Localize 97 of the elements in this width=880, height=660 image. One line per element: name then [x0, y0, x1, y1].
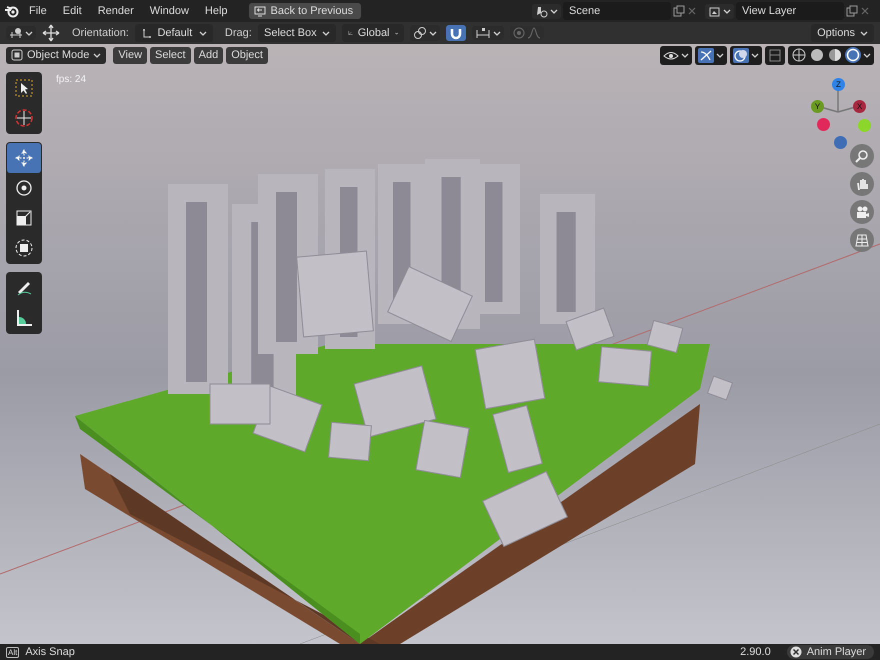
- caret-icon: [25, 30, 33, 36]
- rotate-icon: [14, 178, 34, 198]
- image-stack-icon: [708, 4, 721, 18]
- caret-icon: [723, 8, 731, 14]
- shading-mode-button[interactable]: [791, 47, 807, 63]
- viewport-menu-button[interactable]: View: [113, 46, 148, 64]
- object-mode-dropdown[interactable]: Object Mode: [6, 46, 106, 64]
- shading-mode-button[interactable]: [809, 47, 825, 63]
- axis-dot[interactable]: [834, 136, 847, 149]
- version-text: 2.90.0: [740, 646, 771, 658]
- caret-icon: [716, 52, 724, 58]
- caret-icon: [492, 30, 501, 36]
- menu-item[interactable]: Render: [90, 2, 141, 20]
- caret-icon: [550, 8, 558, 14]
- wireframe-shading-icon: [792, 48, 806, 62]
- pivot-dropdown[interactable]: [410, 25, 440, 41]
- crosshair-icon: [14, 108, 34, 128]
- snap-toggle[interactable]: [446, 25, 466, 41]
- viewport-menu-button[interactable]: Object: [226, 46, 268, 64]
- xray-toggle[interactable]: [765, 46, 785, 64]
- editor-type-dropdown[interactable]: [6, 26, 36, 40]
- close-circle-icon: [790, 646, 802, 658]
- caret-icon: [322, 30, 330, 36]
- visibility-dropdown[interactable]: [660, 46, 692, 64]
- copy-icon[interactable]: [846, 5, 858, 17]
- overlays-toggle-icon[interactable]: [733, 48, 749, 62]
- overlay-dropdown[interactable]: [730, 46, 762, 64]
- drag-dropdown[interactable]: Select Box: [258, 24, 336, 42]
- zoom-button[interactable]: [850, 144, 874, 168]
- camera-icon: [855, 205, 869, 219]
- scene-field[interactable]: Scene: [563, 2, 671, 20]
- back-to-previous-button[interactable]: Back to Previous: [248, 3, 362, 19]
- alt-key-icon: Alt: [6, 646, 20, 658]
- dot-circle-icon: [512, 27, 525, 39]
- axis-dot[interactable]: [817, 118, 830, 131]
- solid-shading-icon: [810, 48, 824, 62]
- move-arrows-icon[interactable]: [42, 24, 60, 42]
- scene-icon-dropdown[interactable]: [532, 4, 561, 18]
- axes-icon: [140, 28, 151, 38]
- options-dropdown[interactable]: Options: [811, 24, 874, 42]
- hand-button[interactable]: [850, 172, 874, 196]
- rendered-shading-icon: [846, 48, 860, 62]
- anim-player-button[interactable]: Anim Player: [786, 645, 874, 659]
- copy-icon[interactable]: [673, 5, 685, 17]
- camera-button[interactable]: [850, 200, 874, 224]
- close-icon[interactable]: [687, 6, 697, 16]
- link-icon: [412, 26, 427, 40]
- grid-button[interactable]: [850, 228, 874, 252]
- caret-icon: [681, 52, 689, 58]
- screen-icon: [254, 6, 266, 16]
- caret-icon: [863, 52, 871, 58]
- menu-item[interactable]: Edit: [56, 2, 89, 20]
- axis-label[interactable]: Z: [832, 78, 845, 91]
- scale-icon: [14, 208, 34, 228]
- transform-icon: [14, 238, 34, 258]
- caret-icon: [93, 52, 102, 58]
- falloff-curve-icon: [526, 27, 541, 39]
- shading-mode-button[interactable]: [827, 47, 843, 63]
- menu-item[interactable]: Help: [198, 2, 235, 20]
- drag-label: Drag:: [224, 27, 252, 39]
- status-hint: Axis Snap: [25, 646, 75, 658]
- caret-icon: [860, 30, 868, 36]
- viewport-icon: [9, 27, 23, 39]
- zoom-icon: [855, 149, 869, 163]
- axis-label[interactable]: Y: [811, 100, 824, 113]
- ruler-icon: [14, 308, 34, 328]
- viewport-menu-button[interactable]: Select: [150, 46, 191, 64]
- snap-increment-icon: [474, 27, 491, 39]
- 3d-viewport[interactable]: Object Mode View Select Add Object fps: 24 Z Y X: [0, 44, 880, 644]
- menu-item[interactable]: Window: [142, 2, 196, 20]
- gizmo-toggle-icon[interactable]: [698, 48, 714, 62]
- caret-icon: [751, 52, 759, 58]
- scene-icon: [535, 4, 548, 18]
- move-tool-button[interactable]: [7, 143, 41, 173]
- gizmo-dropdown[interactable]: [695, 46, 727, 64]
- grid-icon: [855, 233, 869, 247]
- move-arrows-icon: [14, 148, 34, 168]
- xray-icon[interactable]: [768, 48, 782, 62]
- caret-icon: [198, 30, 207, 36]
- close-icon[interactable]: [860, 6, 870, 16]
- transform-space-dropdown[interactable]: Global: [342, 24, 404, 42]
- view-layer-field[interactable]: View Layer: [736, 2, 844, 20]
- cube-icon: [11, 49, 23, 61]
- snap-target-dropdown[interactable]: [472, 26, 504, 40]
- menu-item[interactable]: File: [22, 2, 54, 20]
- fps-counter: fps: 24: [56, 74, 86, 85]
- image-stack-icon-dropdown[interactable]: [705, 4, 734, 18]
- viewport-menu-button[interactable]: Add: [194, 46, 224, 64]
- magnet-icon: [448, 26, 463, 40]
- orientation-label: Orientation:: [72, 27, 129, 39]
- logo-icon: [4, 4, 20, 18]
- caret-icon: [428, 30, 437, 36]
- material-shading-icon: [828, 48, 842, 62]
- orientation-dropdown[interactable]: Default: [134, 24, 213, 42]
- select-box-icon: [14, 78, 34, 98]
- axis-dot[interactable]: [858, 119, 871, 132]
- hand-icon: [855, 177, 869, 191]
